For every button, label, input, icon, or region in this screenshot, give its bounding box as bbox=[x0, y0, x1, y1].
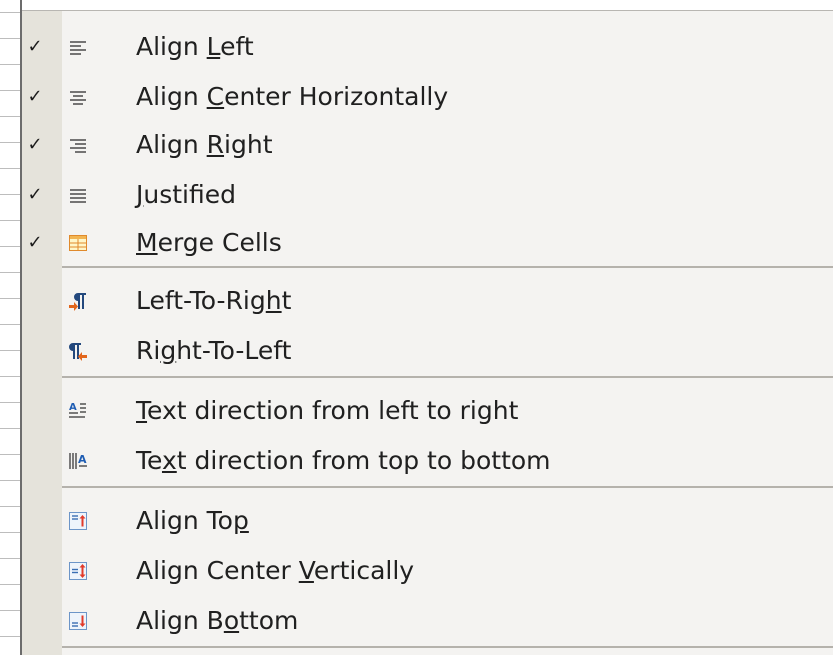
menu-item-merge-cells[interactable]: ✓ Merge Cells bbox=[22, 218, 833, 268]
checkmark-icon: ✓ bbox=[27, 232, 43, 253]
mnemonic: g bbox=[160, 336, 177, 365]
ruler-tick bbox=[0, 220, 20, 221]
ruler-tick bbox=[0, 90, 20, 91]
menu-item-label: Justified bbox=[136, 180, 236, 209]
paragraph-rtl-icon bbox=[68, 341, 88, 361]
menu-item-label: Text direction from top to bottom bbox=[136, 446, 551, 475]
menu-item-align-bottom[interactable]: Align Bottom bbox=[22, 596, 833, 646]
mnemonic: M bbox=[136, 228, 158, 257]
menu-item-right-to-left[interactable]: Right-To-Left bbox=[22, 326, 833, 376]
menu-item-label: Text direction from left to right bbox=[136, 396, 519, 425]
mnemonic: x bbox=[161, 446, 177, 475]
ruler-tick bbox=[0, 38, 20, 39]
align-middle-icon bbox=[68, 561, 88, 581]
mnemonic: h bbox=[265, 286, 282, 315]
ruler-tick bbox=[0, 532, 20, 533]
align-center-icon bbox=[68, 87, 88, 107]
text-direction-vertical-icon: A bbox=[68, 451, 88, 471]
align-top-icon bbox=[68, 511, 88, 531]
ruler-tick bbox=[0, 64, 20, 65]
svg-text:A: A bbox=[78, 453, 87, 466]
mnemonic: C bbox=[206, 82, 225, 111]
mnemonic: p bbox=[232, 506, 249, 535]
menu-separator bbox=[62, 646, 833, 648]
menu-item-label: Align Top bbox=[136, 506, 249, 535]
menu-separator bbox=[62, 376, 833, 378]
menu-separator bbox=[62, 486, 833, 488]
ruler-tick bbox=[0, 194, 20, 195]
ruler-tick bbox=[0, 454, 20, 455]
mnemonic: R bbox=[206, 130, 225, 159]
menu-item-label: Merge Cells bbox=[136, 228, 282, 257]
menu-item-justified[interactable]: ✓ Justified bbox=[22, 170, 833, 220]
checkmark-icon: ✓ bbox=[27, 86, 43, 107]
checkmark-icon: ✓ bbox=[27, 184, 43, 205]
ruler-tick bbox=[0, 584, 20, 585]
ruler-tick bbox=[0, 142, 20, 143]
ruler-tick bbox=[0, 350, 20, 351]
ruler bbox=[0, 0, 22, 655]
menu-item-align-right[interactable]: ✓ Align Right bbox=[22, 120, 833, 170]
menu-item-label: Right-To-Left bbox=[136, 336, 292, 365]
ruler-tick bbox=[0, 506, 20, 507]
text-direction-horizontal-icon: A bbox=[68, 401, 88, 421]
ruler-tick bbox=[0, 402, 20, 403]
ruler-tick bbox=[0, 324, 20, 325]
svg-text:A: A bbox=[69, 402, 77, 413]
ruler-tick bbox=[0, 480, 20, 481]
ruler-tick bbox=[0, 168, 20, 169]
ruler-tick bbox=[0, 558, 20, 559]
ruler-tick bbox=[0, 12, 20, 13]
menu-item-align-center-vertically[interactable]: Align Center Vertically bbox=[22, 546, 833, 596]
mnemonic: L bbox=[206, 32, 221, 61]
menu-top-border bbox=[22, 10, 833, 11]
justify-icon bbox=[68, 185, 88, 205]
menu-item-align-center-horizontally[interactable]: ✓ Align Center Horizontally bbox=[22, 72, 833, 122]
align-right-icon bbox=[68, 135, 88, 155]
menu-item-align-top[interactable]: Align Top bbox=[22, 496, 833, 546]
align-bottom-icon bbox=[68, 611, 88, 631]
checkmark-icon: ✓ bbox=[27, 134, 43, 155]
ruler-tick bbox=[0, 376, 20, 377]
menu-item-text-direction-left-to-right[interactable]: A Text direction from left to right bbox=[22, 386, 833, 436]
menu-item-label: Align Bottom bbox=[136, 606, 299, 635]
paragraph-ltr-icon bbox=[68, 291, 88, 311]
context-menu: ✓ Align Left ✓ Align Center Horizontally ✓ Al… bbox=[22, 10, 833, 655]
menu-separator bbox=[62, 266, 833, 268]
ruler-tick bbox=[0, 610, 20, 611]
menu-item-align-left[interactable]: ✓ Align Left bbox=[22, 22, 833, 72]
menu-item-text-direction-top-to-bottom[interactable]: A Text direction from top to bottom bbox=[22, 436, 833, 486]
ruler-tick bbox=[0, 116, 20, 117]
ruler-tick bbox=[0, 246, 20, 247]
align-left-icon bbox=[68, 37, 88, 57]
ruler-tick bbox=[0, 636, 20, 637]
ruler-tick bbox=[0, 272, 20, 273]
menu-item-label: Align Center Vertically bbox=[136, 556, 415, 585]
mnemonic: V bbox=[298, 556, 314, 585]
menu-item-left-to-right[interactable]: Left-To-Right bbox=[22, 276, 833, 326]
mnemonic: T bbox=[136, 396, 148, 425]
mnemonic: o bbox=[223, 606, 240, 635]
menu-item-label: Align Left bbox=[136, 32, 254, 61]
merge-cells-icon bbox=[68, 233, 88, 253]
menu-item-label: Align Right bbox=[136, 130, 273, 159]
checkmark-icon: ✓ bbox=[27, 36, 43, 57]
menu-item-label: Left-To-Right bbox=[136, 286, 292, 315]
menu-item-label: Align Center Horizontally bbox=[136, 82, 449, 111]
ruler-tick bbox=[0, 428, 20, 429]
ruler-tick bbox=[0, 298, 20, 299]
